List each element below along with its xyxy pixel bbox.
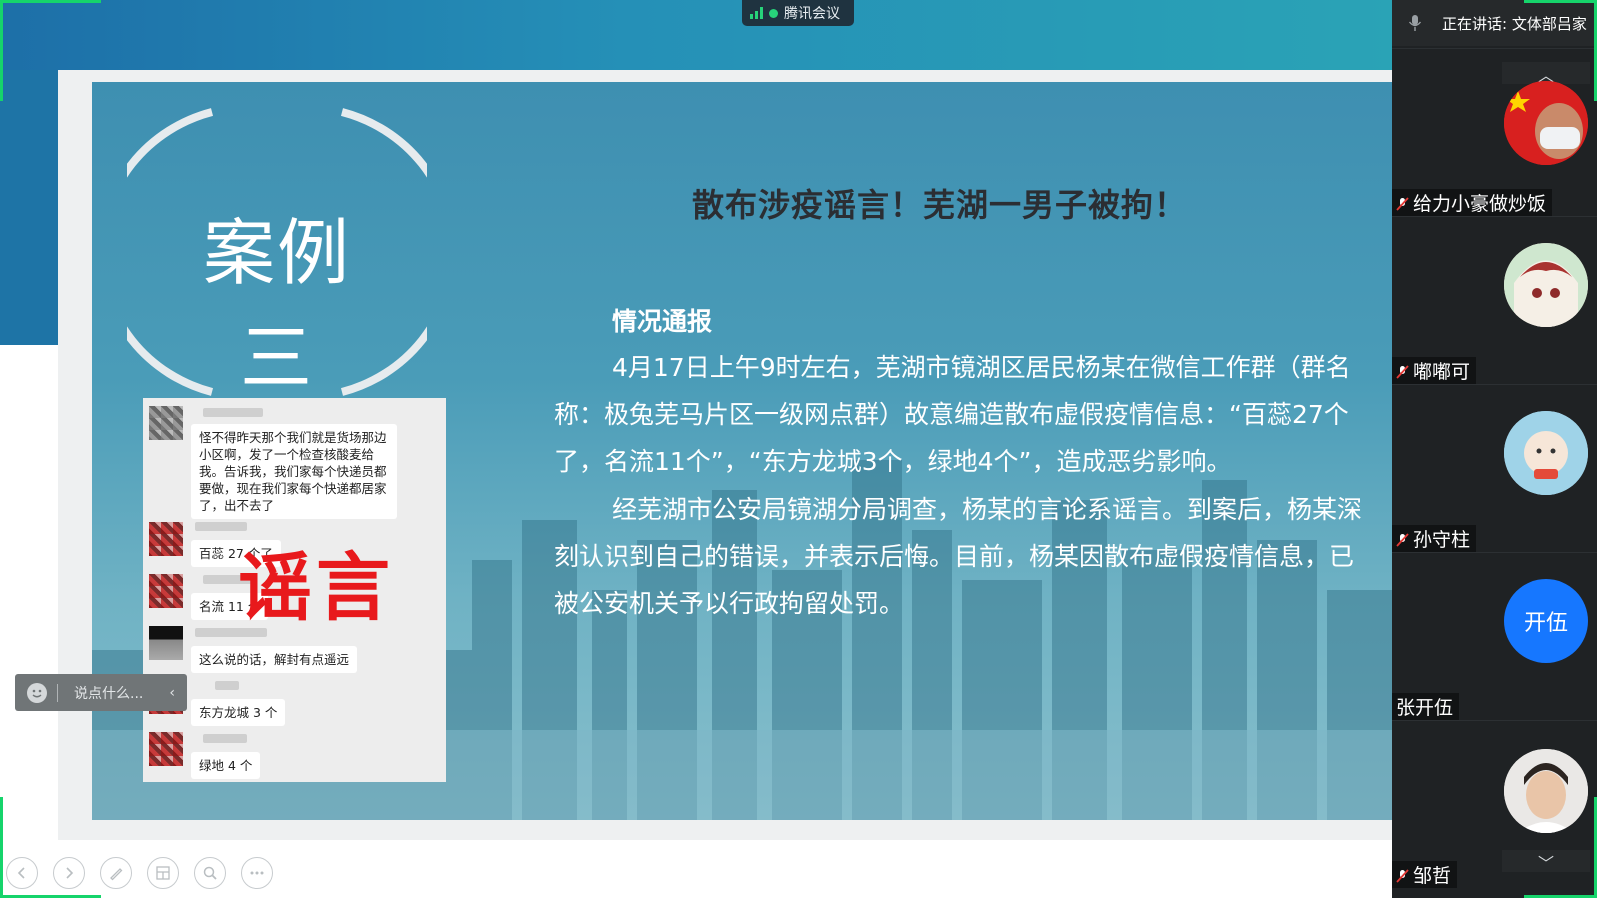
blurred-avatar	[149, 406, 183, 440]
blurred-name	[215, 681, 239, 690]
frame-corner	[0, 0, 101, 101]
divider	[57, 683, 58, 702]
blurred-avatar	[149, 626, 183, 660]
more-icon[interactable]	[241, 857, 273, 889]
layout-icon[interactable]	[147, 857, 179, 889]
muted-mic-icon	[1396, 195, 1409, 211]
chat-row	[149, 522, 183, 556]
participant-name: 给力小豪做炒饭	[1392, 189, 1553, 216]
chat-bubble: 怪不得昨天那个我们就是货场那边小区啊，发了一个检查核酸麦给我。告诉我，我们家每个…	[191, 424, 397, 519]
participant-name-text: 嘟嘟可	[1413, 361, 1471, 383]
frame-corner	[1524, 0, 1597, 101]
participant-name: 嘟嘟可	[1392, 357, 1477, 384]
frame-corner	[0, 797, 101, 898]
case-title: 案例三	[202, 211, 351, 400]
chat-row	[149, 732, 183, 766]
participant-panel: 正在讲话: 文体部吕家 ︿ 给力小豪做炒饭 嘟嘟可 孙守柱 开伍 张开伍 邹哲 …	[1392, 0, 1597, 898]
blurred-avatar	[149, 574, 183, 608]
muted-mic-icon	[1396, 531, 1409, 547]
chat-row	[149, 406, 183, 440]
rumor-stamp: 谣言	[238, 545, 394, 631]
presentation-slide: 案例三 散布涉疫谣言！芜湖一男子被拘！ 情况通报 4月17日上午9时左右，芜湖市…	[92, 82, 1392, 820]
muted-mic-icon	[1396, 363, 1409, 379]
background-top-band	[0, 0, 1392, 70]
chat-row	[149, 626, 183, 660]
emoji-icon[interactable]	[27, 682, 47, 703]
participant-name-text: 给力小豪做炒饭	[1413, 193, 1547, 215]
chat-bubble: 这么说的话，解封有点遥远	[191, 646, 358, 673]
zoom-icon[interactable]	[194, 857, 226, 889]
participant-avatar	[1504, 411, 1588, 495]
report-paragraph-1: 4月17日上午9时左右，芜湖市镜湖区居民杨某在微信工作群（群名称：极兔芜马片区一…	[554, 353, 1351, 476]
report-paragraph-2: 经芜湖市公安局镜湖分局调查，杨某的言论系谣言。到案后，杨某深刻认识到自己的错误，…	[554, 495, 1363, 618]
signal-icon	[750, 7, 763, 19]
background-left-band	[0, 70, 58, 345]
participant-name: 张开伍	[1392, 693, 1460, 720]
participant-name: 孙守柱	[1392, 525, 1477, 552]
pen-icon[interactable]	[100, 857, 132, 889]
participant-name-text: 孙守柱	[1413, 529, 1471, 551]
comment-input[interactable]: 说点什么... ‹	[15, 674, 187, 711]
chat-row	[149, 574, 183, 608]
app-name: 腾讯会议	[784, 6, 840, 22]
chat-bubble: 东方龙城 3 个	[191, 699, 286, 726]
chat-screenshot: 怪不得昨天那个我们就是货场那边小区啊，发了一个检查核酸麦给我。告诉我，我们家每个…	[143, 398, 446, 782]
chat-bubble: 绿地 4 个	[191, 752, 261, 779]
participant-tile[interactable]: 孙守柱	[1392, 384, 1597, 553]
collapse-icon[interactable]: ‹	[169, 685, 175, 701]
blurred-avatar	[149, 522, 183, 556]
mic-icon	[1408, 14, 1422, 32]
meeting-app-tag[interactable]: 腾讯会议	[742, 0, 854, 26]
comment-placeholder: 说点什么...	[74, 685, 144, 702]
participant-name: 邹哲	[1392, 861, 1458, 888]
status-dot-icon	[769, 8, 778, 18]
participant-tile[interactable]: 开伍 张开伍	[1392, 552, 1597, 721]
blurred-avatar	[149, 732, 183, 766]
frame-corner	[1524, 797, 1597, 898]
participant-tile[interactable]: 嘟嘟可	[1392, 216, 1597, 385]
muted-mic-icon	[1396, 867, 1409, 883]
participant-avatar	[1504, 243, 1588, 327]
blurred-name	[203, 408, 263, 417]
participant-avatar: 开伍	[1504, 579, 1588, 663]
section-title: 情况通报	[612, 307, 713, 336]
slide-headline: 散布涉疫谣言！芜湖一男子被拘！	[692, 186, 1188, 224]
participant-name-text: 邹哲	[1413, 865, 1452, 887]
participant-name-text: 张开伍	[1396, 697, 1454, 719]
blurred-name	[203, 734, 247, 743]
